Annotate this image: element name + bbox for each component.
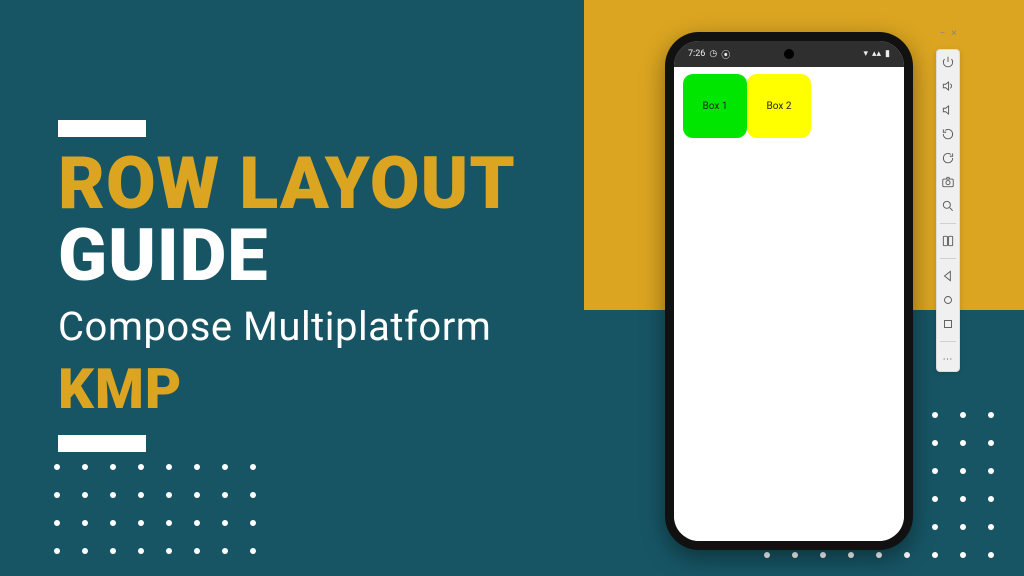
title-block: ROW LAYOUT GUIDE Compose Multiplatform K…	[58, 120, 516, 452]
title-tag: KMP	[58, 356, 516, 422]
status-time: 7:26	[688, 49, 705, 59]
volume-down-icon[interactable]	[941, 103, 955, 117]
clock-icon: ◷	[709, 49, 717, 59]
phone-frame: 7:26 ◷ ⦿ ▾ ▴▴ ▮ Box 1 Box 2	[665, 32, 913, 550]
battery-icon: ▮	[885, 49, 890, 59]
toolbar-divider	[940, 223, 956, 224]
volume-up-icon[interactable]	[941, 79, 955, 93]
debug-icon: ⦿	[721, 48, 730, 61]
box-1-label: Box 1	[703, 101, 728, 112]
fold-icon[interactable]	[941, 234, 955, 248]
decorative-bar-top	[58, 120, 146, 137]
decorative-dots-left	[54, 464, 256, 554]
zoom-icon[interactable]	[941, 199, 955, 213]
home-icon[interactable]	[941, 293, 955, 307]
rotate-right-icon[interactable]	[941, 151, 955, 165]
camera-punch-hole	[784, 49, 794, 59]
compose-row: Box 1 Box 2	[683, 74, 895, 138]
signal-icon: ▴▴	[872, 49, 881, 59]
power-icon[interactable]	[941, 55, 955, 69]
decorative-bar-bottom	[58, 435, 146, 452]
toolbar-divider	[940, 258, 956, 259]
emulator-toolbar: ⋯	[936, 49, 960, 372]
title-line-1: ROW LAYOUT	[58, 150, 516, 218]
minimize-button[interactable]: −	[939, 28, 945, 39]
overview-icon[interactable]	[941, 317, 955, 331]
status-left: 7:26 ◷ ⦿	[688, 48, 730, 61]
status-right: ▾ ▴▴ ▮	[863, 49, 890, 59]
wifi-icon: ▾	[863, 49, 868, 59]
title-subtitle: Compose Multiplatform	[58, 303, 516, 350]
app-content-area[interactable]: Box 1 Box 2	[674, 67, 904, 541]
box-2-label: Box 2	[767, 101, 792, 112]
box-1[interactable]: Box 1	[683, 74, 747, 138]
camera-icon[interactable]	[941, 175, 955, 189]
emulator-window-controls: − ×	[939, 28, 956, 39]
back-icon[interactable]	[941, 269, 955, 283]
rotate-left-icon[interactable]	[941, 127, 955, 141]
android-status-bar: 7:26 ◷ ⦿ ▾ ▴▴ ▮	[674, 41, 904, 67]
box-2[interactable]: Box 2	[747, 74, 811, 138]
close-button[interactable]: ×	[951, 28, 956, 39]
toolbar-divider	[940, 341, 956, 342]
emulator-sidebar: − ×	[936, 28, 960, 372]
more-icon[interactable]: ⋯	[941, 352, 955, 366]
phone-screen: 7:26 ◷ ⦿ ▾ ▴▴ ▮ Box 1 Box 2	[674, 41, 904, 541]
title-line-2: GUIDE	[58, 222, 516, 290]
